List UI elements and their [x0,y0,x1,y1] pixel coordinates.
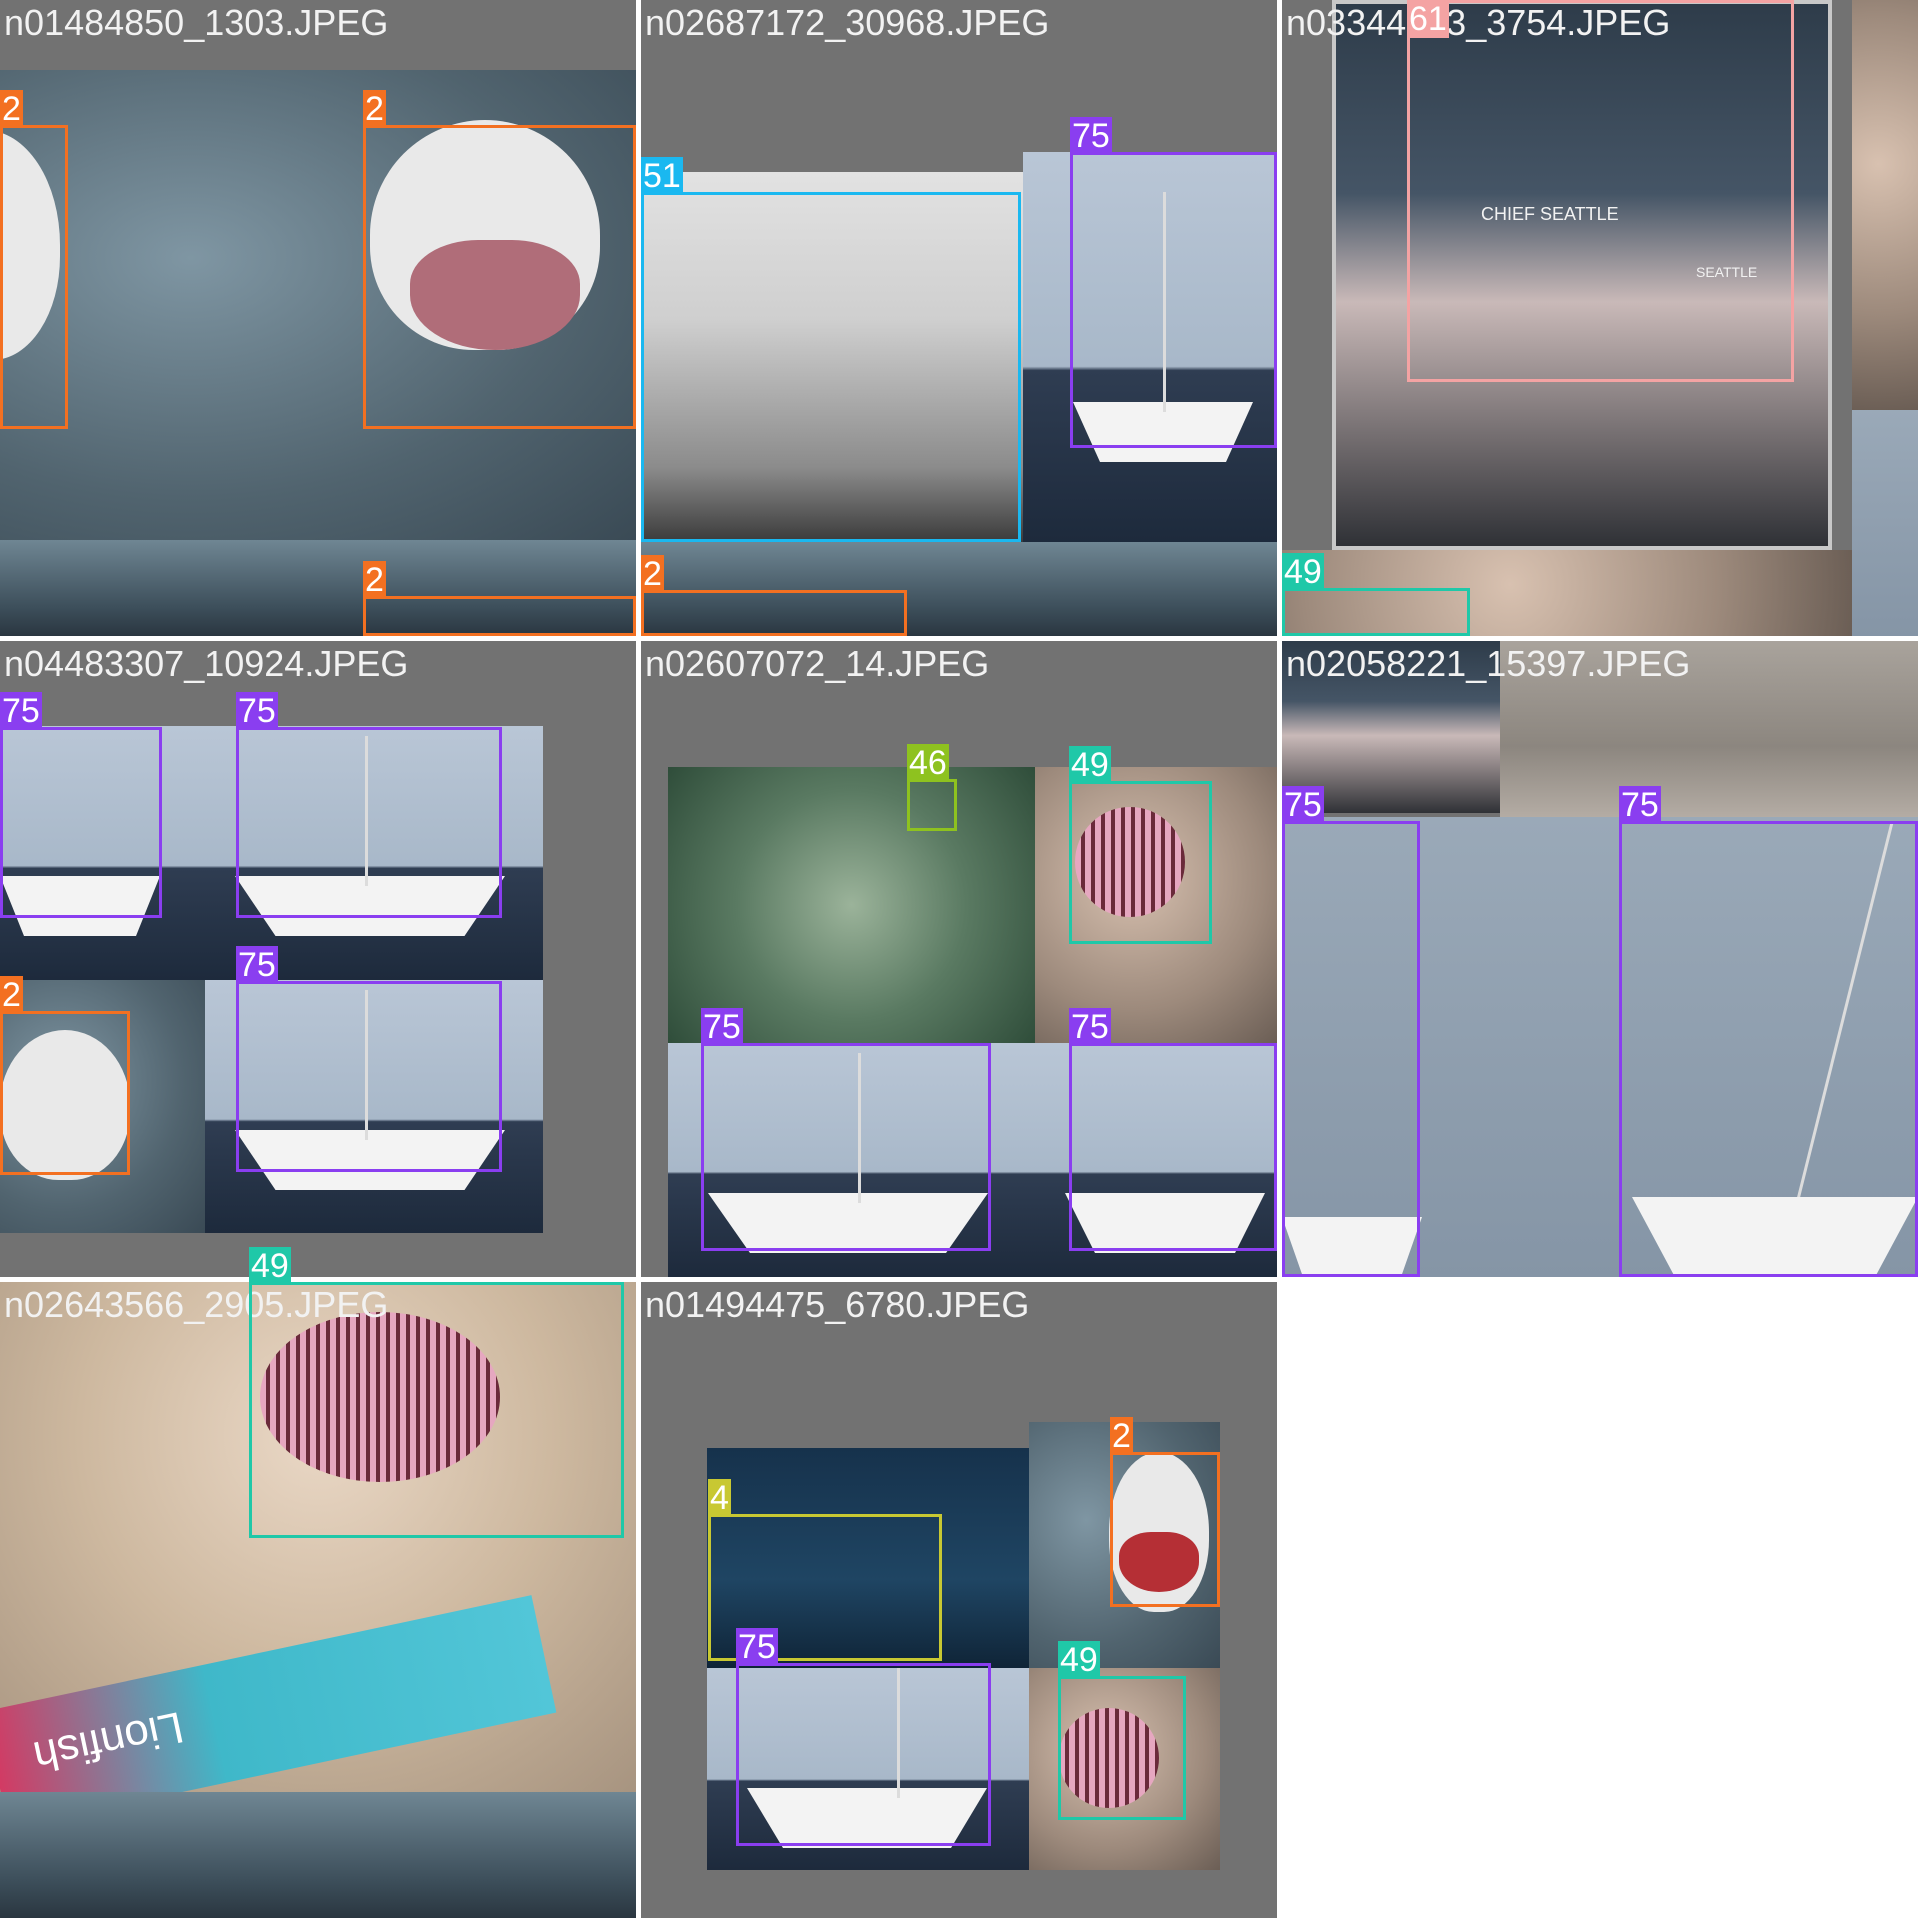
bounding-box [1282,821,1420,1277]
image-filename: n04483307_10924.JPEG [4,643,409,684]
mosaic-tile-3: CHIEF SEATTLE SEATTLE n03344393_3754.JPE… [1282,0,1918,636]
bounding-box [736,1663,991,1846]
class-label: 2 [363,90,386,128]
bounding-box [1110,1452,1220,1607]
class-label: 75 [0,692,42,730]
bounding-box [249,1282,624,1538]
image-filename: n02058221_15397.JPEG [1286,643,1691,684]
bounding-box [0,125,68,429]
bounding-box [0,727,162,918]
rock-photo-edge [1852,0,1918,410]
class-label: 75 [1619,786,1661,824]
mosaic-tile-1: n01484850_1303.JPEG 2 2 2 [0,0,636,636]
class-label: 61 [1407,0,1449,38]
image-filename: n01494475_6780.JPEG [645,1284,1030,1325]
bounding-box [701,1043,991,1251]
bounding-box [236,727,502,918]
image-filename: n02607072_14.JPEG [645,643,990,684]
class-label: 75 [1069,1008,1111,1046]
class-label: 2 [0,976,23,1014]
class-label: 75 [736,1628,778,1666]
class-label: 75 [236,692,278,730]
bounding-box [1282,588,1470,636]
class-label: 2 [363,561,386,599]
anemone-photo [668,767,1035,1043]
shark-photo-strip [0,1792,636,1918]
mosaic-tile-2: n02687172_30968.JPEG 51 75 2 [641,0,1277,636]
bounding-box [907,779,957,831]
class-label: 49 [1282,553,1324,591]
sky-photo-edge [1852,410,1918,636]
image-filename: n02687172_30968.JPEG [645,2,1050,43]
class-label: 2 [0,90,23,128]
class-label: 75 [701,1008,743,1046]
class-label: 75 [1282,786,1324,824]
bounding-box [1069,781,1212,944]
class-label: 4 [708,1479,731,1517]
bounding-box [1070,152,1277,448]
class-label: 46 [907,744,949,782]
mosaic-tile-6: n02058221_15397.JPEG 75 75 [1282,641,1918,1277]
class-label: 49 [1069,746,1111,784]
bounding-box [0,1011,130,1175]
card-text: Lionfish [29,1701,188,1782]
bounding-box [1407,0,1794,382]
mosaic-tile-4: n04483307_10924.JPEG 75 75 75 2 [0,641,636,1277]
bounding-box [363,125,636,429]
bounding-box [641,192,1021,542]
bounding-box [641,590,907,636]
bounding-box [236,981,502,1172]
bounding-box [363,596,636,636]
class-label: 49 [1058,1641,1100,1679]
class-label: 75 [1070,117,1112,155]
bounding-box [1619,821,1918,1277]
mosaic-tile-8: n01494475_6780.JPEG 4 2 75 49 [641,1282,1277,1918]
image-filename: n01484850_1303.JPEG [4,2,389,43]
bounding-box [1069,1043,1277,1251]
class-label: 51 [641,157,683,195]
class-label: 2 [1110,1417,1133,1455]
lionfish-card: Lionfish [0,1595,557,1792]
mosaic-tile-5: n02607072_14.JPEG 46 49 75 75 [641,641,1277,1277]
class-label: 49 [249,1247,291,1285]
class-label: 75 [236,946,278,984]
bounding-box [1058,1676,1186,1820]
mosaic-tile-7: Lionfish n02643566_2905.JPEG 49 [0,1282,636,1918]
class-label: 2 [641,555,664,593]
